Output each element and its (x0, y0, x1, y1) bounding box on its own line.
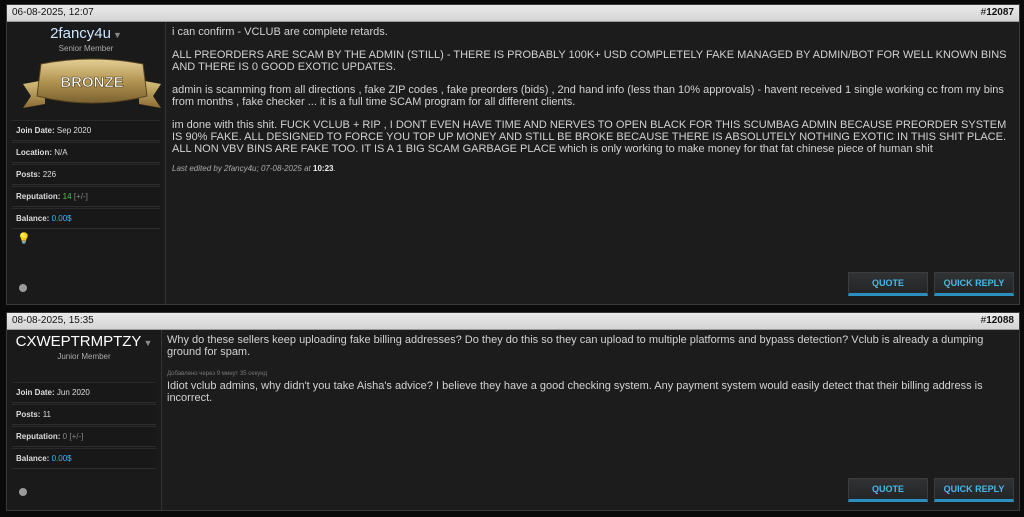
stat-balance: Balance: 0.00$ (12, 208, 160, 229)
reputation-edit-link[interactable]: [+/-] (69, 432, 83, 441)
message-paragraph: ALL PREORDERS ARE SCAM BY THE ADMIN (STI… (172, 49, 1007, 73)
reputation-edit-link[interactable]: [+/-] (74, 192, 88, 201)
chevron-down-icon[interactable]: ▼ (113, 30, 122, 40)
offline-dot-icon (19, 284, 27, 292)
message-paragraph: Why do these sellers keep uploading fake… (167, 334, 984, 358)
post-date: 08-08-2025, 15:35 (12, 315, 94, 326)
username-link[interactable]: 2fancy4u ▼ (7, 26, 165, 43)
message-paragraph: Idiot vclub admins, why didn't you take … (167, 380, 983, 404)
quick-reply-button[interactable]: QUICK REPLY (934, 478, 1014, 502)
stat-posts: Posts: 11 (12, 404, 156, 425)
post-date: 06-08-2025, 12:07 (12, 7, 94, 18)
message-paragraph: i can confirm - VCLUB are complete retar… (172, 26, 388, 38)
user-title: Senior Member (58, 44, 114, 53)
message-paragraph: im done with this shit. FUCK VCLUB + RIP… (172, 119, 1007, 155)
quick-reply-button[interactable]: QUICK REPLY (934, 272, 1014, 296)
stat-location: Location: N/A (12, 142, 160, 163)
quote-button[interactable]: QUOTE (848, 272, 928, 296)
post-message: i can confirm - VCLUB are complete retar… (172, 26, 1011, 175)
stat-posts: Posts: 226 (12, 164, 160, 185)
last-edited-note: Last edited by 2fancy4u; 07-08-2025 at 1… (172, 164, 336, 173)
stat-reputation: Reputation: 0 [+/-] (12, 426, 156, 447)
stat-balance: Balance: 0.00$ (12, 448, 156, 469)
post-body: 2fancy4u ▼ Senior Member BRONZE Join Dat… (7, 22, 1019, 304)
quote-button[interactable]: QUOTE (848, 478, 928, 502)
post-message: Why do these sellers keep uploading fake… (167, 334, 1011, 415)
user-title: Junior Member (57, 352, 111, 361)
stat-join-date: Join Date: Sep 2020 (12, 120, 160, 141)
post-12087: 06-08-2025, 12:07 #12087 2fancy4u ▼ Senio… (6, 4, 1020, 305)
post-12088: 08-08-2025, 15:35 #12088 CXWEPTRMPTZY ▼ J… (6, 312, 1020, 511)
stat-join-date: Join Date: Jun 2020 (12, 382, 156, 403)
message-paragraph: admin is scamming from all directions , … (172, 84, 1004, 108)
merged-post-note: Добавлено через 9 минут 35 секунд (167, 371, 268, 377)
chevron-down-icon[interactable]: ▼ (143, 338, 152, 348)
post-header: 06-08-2025, 12:07 #12087 (7, 5, 1019, 22)
stat-reputation: Reputation: 14 [+/-] (12, 186, 160, 207)
user-info-panel: CXWEPTRMPTZY ▼ Junior Member Join Date: J… (7, 330, 162, 510)
post-body: CXWEPTRMPTZY ▼ Junior Member Join Date: J… (7, 330, 1019, 510)
lightbulb-icon: 💡 (17, 233, 31, 245)
username-link[interactable]: CXWEPTRMPTZY ▼ (7, 334, 161, 351)
offline-dot-icon (19, 488, 27, 496)
post-number-link[interactable]: #12087 (981, 5, 1014, 21)
badge-label: BRONZE (60, 74, 123, 91)
post-number-link[interactable]: #12088 (981, 313, 1014, 329)
bronze-rank-badge: BRONZE (23, 58, 161, 108)
post-header: 08-08-2025, 15:35 #12088 (7, 313, 1019, 330)
user-info-panel: 2fancy4u ▼ Senior Member BRONZE Join Dat… (7, 22, 166, 304)
